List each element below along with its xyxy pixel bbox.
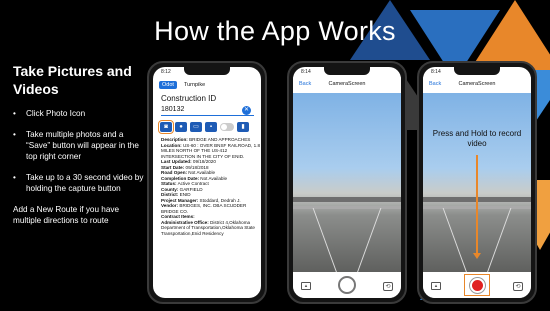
phone-notch [324, 67, 370, 75]
detail-row: Vendor: BRIDGES, INC. DBA SCUDDER BRIDGE… [161, 203, 261, 214]
phone-notch [184, 67, 230, 75]
callout-arrow-head [473, 253, 481, 259]
camera-header: Back CameraScreen [293, 77, 401, 93]
detail-value: 09/18/2018 [184, 164, 209, 170]
camera-header: Back CameraScreen [423, 77, 531, 93]
book-icon[interactable]: ▮ [237, 122, 249, 132]
agency-tabs: Odot Turnpike [159, 81, 208, 89]
detail-value: Not Available [187, 170, 216, 175]
action-icon-row: ◙ ● ▭ ▪ ▮ [158, 120, 249, 134]
gallery-icon[interactable]: ▴ [431, 282, 441, 290]
guardrail [293, 205, 401, 209]
phone-screen: 8:14 Back CameraScreen Press and Hold to… [423, 67, 531, 298]
new-route-note: Add a New Route if you have multiple dir… [13, 205, 120, 225]
gallery-icon[interactable]: ▴ [301, 282, 311, 290]
camera-viewfinder [293, 93, 401, 276]
instructions-heading: Take Pictures and Videos [13, 63, 132, 97]
detail-label: Completion Date: [161, 175, 200, 181]
message-icon[interactable]: ▭ [190, 122, 202, 132]
record-button[interactable] [469, 277, 485, 293]
camera-controls: ▴ ⟲ [423, 272, 531, 298]
status-time: 8:14 [301, 69, 311, 75]
phone-screen: 8:14 Back CameraScreen ▴ ⟲ [293, 67, 401, 298]
camera-screen-title: CameraScreen [458, 81, 496, 87]
bullet-multiple-photos: Take multiple photos and a “Save” button… [13, 129, 145, 162]
detail-value: BRIDGE AND APPROACHES [187, 137, 251, 142]
lane-line [443, 207, 469, 276]
detail-row: Location: US-60 : OVER BNSF RAILROAD, 1.… [161, 143, 261, 160]
location-icon[interactable]: ● [175, 122, 187, 132]
image-icon[interactable]: ▪ [205, 122, 217, 132]
record-callout: Press and Hold to record video [432, 129, 522, 148]
detail-label: Project Manager: [161, 197, 199, 203]
detail-value: Stoddard, Dedrah J. [198, 197, 241, 203]
status-time: 8:12 [161, 69, 171, 75]
detail-label: Start Date: [161, 164, 185, 170]
phone-construction-details: 8:12 Odot Turnpike Construction ID 18013… [147, 61, 267, 304]
construction-details: Description: BRIDGE AND APPROACHES Locati… [161, 137, 261, 236]
lane-line [355, 207, 381, 276]
record-highlight [464, 274, 490, 296]
tab-turnpike[interactable]: Turnpike [181, 81, 208, 89]
camera-controls: ▴ ⟲ [293, 272, 401, 298]
detail-value: ENID [178, 192, 191, 197]
flip-camera-icon[interactable]: ⟲ [383, 282, 393, 291]
detail-label: Vendor: [161, 203, 179, 208]
lane-line [313, 207, 339, 276]
slide-title: How the App Works [154, 16, 396, 46]
detail-label: Contract Items: [161, 214, 195, 219]
bullet-video: Take up to a 30 second video by holding … [13, 172, 145, 194]
detail-value: 09/18/2020 [191, 159, 216, 164]
construction-id-input[interactable]: 180132 [161, 105, 254, 116]
shutter-button[interactable] [338, 276, 356, 294]
detail-label: Description: [161, 137, 188, 142]
overpass [293, 196, 401, 202]
detail-value: GARFIELD [178, 186, 203, 192]
status-time: 8:14 [431, 69, 441, 75]
camera-screen-title: CameraScreen [328, 81, 366, 87]
detail-row: Administrative Office: District 4,Oklaho… [161, 220, 261, 237]
detail-label: Administrative Office: [161, 219, 209, 225]
detail-label: District: [161, 192, 179, 197]
detail-label: County: [161, 186, 179, 192]
detail-label: Last Updated: [161, 159, 192, 164]
detail-label: Road Open: [161, 170, 188, 175]
construction-id-label: Construction ID [161, 94, 217, 103]
toggle-switch[interactable] [220, 123, 234, 131]
detail-value: Not Available [199, 175, 228, 181]
phone-camera-photo: 8:14 Back CameraScreen ▴ ⟲ [287, 61, 407, 304]
instructions-list: Click Photo Icon Take multiple photos an… [13, 108, 145, 194]
callout-arrow [476, 155, 478, 255]
phone-screen: 8:12 Odot Turnpike Construction ID 18013… [153, 67, 261, 298]
camera-icon[interactable]: ◙ [158, 120, 174, 134]
detail-label: Status: [161, 181, 177, 186]
flip-camera-icon[interactable]: ⟲ [513, 282, 523, 291]
bullet-click-photo: Click Photo Icon [13, 108, 145, 119]
clear-icon[interactable]: ✕ [242, 106, 251, 115]
instructions-panel: Take Pictures and Videos Click Photo Ico… [13, 62, 145, 226]
detail-value: Active Contract [176, 181, 209, 186]
phone-notch [454, 67, 500, 75]
phone-camera-video: 8:14 Back CameraScreen Press and Hold to… [417, 61, 537, 304]
detail-label: Location: [161, 142, 182, 148]
tab-odot[interactable]: Odot [159, 81, 177, 89]
lane-line [485, 207, 511, 276]
